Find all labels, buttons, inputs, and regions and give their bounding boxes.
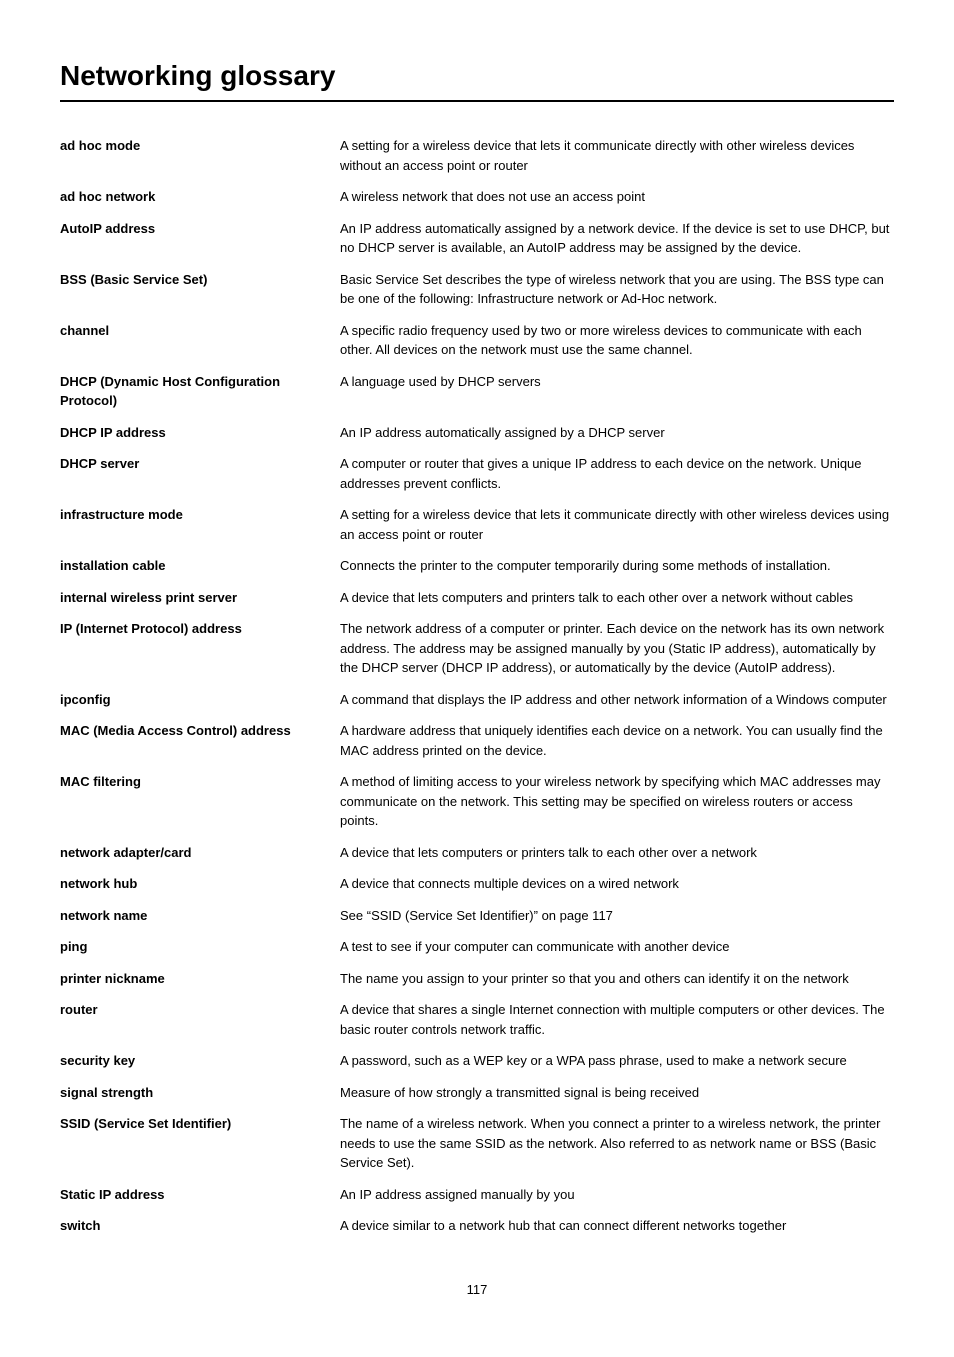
glossary-row: network nameSee “SSID (Service Set Ident…: [60, 900, 894, 932]
glossary-definition: An IP address automatically assigned by …: [340, 213, 894, 264]
page-title: Networking glossary: [60, 60, 894, 92]
glossary-definition: Basic Service Set describes the type of …: [340, 264, 894, 315]
glossary-row: security keyA password, such as a WEP ke…: [60, 1045, 894, 1077]
glossary-term: network name: [60, 900, 340, 932]
glossary-term: Static IP address: [60, 1179, 340, 1211]
glossary-term: router: [60, 994, 340, 1045]
glossary-term: internal wireless print server: [60, 582, 340, 614]
glossary-definition: A test to see if your computer can commu…: [340, 931, 894, 963]
glossary-definition: A device that shares a single Internet c…: [340, 994, 894, 1045]
glossary-definition: A hardware address that uniquely identif…: [340, 715, 894, 766]
glossary-definition: The name of a wireless network. When you…: [340, 1108, 894, 1179]
glossary-row: pingA test to see if your computer can c…: [60, 931, 894, 963]
glossary-row: DHCP IP addressAn IP address automatical…: [60, 417, 894, 449]
glossary-row: SSID (Service Set Identifier)The name of…: [60, 1108, 894, 1179]
glossary-term: DHCP server: [60, 448, 340, 499]
glossary-definition: A command that displays the IP address a…: [340, 684, 894, 716]
glossary-definition: A device that lets computers and printer…: [340, 582, 894, 614]
glossary-definition: A language used by DHCP servers: [340, 366, 894, 417]
glossary-definition: A setting for a wireless device that let…: [340, 499, 894, 550]
glossary-term: ping: [60, 931, 340, 963]
glossary-term: network hub: [60, 868, 340, 900]
glossary-row: ad hoc networkA wireless network that do…: [60, 181, 894, 213]
glossary-row: signal strengthMeasure of how strongly a…: [60, 1077, 894, 1109]
glossary-definition: A device that lets computers or printers…: [340, 837, 894, 869]
glossary-definition: A password, such as a WEP key or a WPA p…: [340, 1045, 894, 1077]
glossary-row: routerA device that shares a single Inte…: [60, 994, 894, 1045]
glossary-row: DHCP (Dynamic Host Configuration Protoco…: [60, 366, 894, 417]
glossary-row: installation cableConnects the printer t…: [60, 550, 894, 582]
glossary-term: signal strength: [60, 1077, 340, 1109]
glossary-term: DHCP IP address: [60, 417, 340, 449]
glossary-term: installation cable: [60, 550, 340, 582]
glossary-term: AutoIP address: [60, 213, 340, 264]
page-number: 117: [60, 1282, 894, 1297]
glossary-definition: See “SSID (Service Set Identifier)” on p…: [340, 900, 894, 932]
glossary-term: ad hoc network: [60, 181, 340, 213]
glossary-definition: A device that connects multiple devices …: [340, 868, 894, 900]
glossary-definition: An IP address assigned manually by you: [340, 1179, 894, 1211]
glossary-row: network adapter/cardA device that lets c…: [60, 837, 894, 869]
glossary-term: network adapter/card: [60, 837, 340, 869]
glossary-term: MAC filtering: [60, 766, 340, 837]
glossary-definition: A setting for a wireless device that let…: [340, 130, 894, 181]
glossary-term: ad hoc mode: [60, 130, 340, 181]
glossary-term: SSID (Service Set Identifier): [60, 1108, 340, 1179]
glossary-definition: Connects the printer to the computer tem…: [340, 550, 894, 582]
glossary-definition: The network address of a computer or pri…: [340, 613, 894, 684]
glossary-row: printer nicknameThe name you assign to y…: [60, 963, 894, 995]
glossary-row: MAC (Media Access Control) addressA hard…: [60, 715, 894, 766]
glossary-definition: A device similar to a network hub that c…: [340, 1210, 894, 1242]
glossary-row: ipconfigA command that displays the IP a…: [60, 684, 894, 716]
glossary-term: security key: [60, 1045, 340, 1077]
glossary-row: switchA device similar to a network hub …: [60, 1210, 894, 1242]
glossary-term: MAC (Media Access Control) address: [60, 715, 340, 766]
glossary-term: BSS (Basic Service Set): [60, 264, 340, 315]
glossary-row: MAC filteringA method of limiting access…: [60, 766, 894, 837]
glossary-row: ad hoc modeA setting for a wireless devi…: [60, 130, 894, 181]
glossary-row: channelA specific radio frequency used b…: [60, 315, 894, 366]
glossary-row: infrastructure modeA setting for a wirel…: [60, 499, 894, 550]
glossary-definition: A specific radio frequency used by two o…: [340, 315, 894, 366]
glossary-row: AutoIP addressAn IP address automaticall…: [60, 213, 894, 264]
glossary-term: switch: [60, 1210, 340, 1242]
glossary-definition: A method of limiting access to your wire…: [340, 766, 894, 837]
glossary-term: IP (Internet Protocol) address: [60, 613, 340, 684]
glossary-row: internal wireless print serverA device t…: [60, 582, 894, 614]
glossary-table: ad hoc modeA setting for a wireless devi…: [60, 130, 894, 1242]
glossary-definition: The name you assign to your printer so t…: [340, 963, 894, 995]
glossary-term: DHCP (Dynamic Host Configuration Protoco…: [60, 366, 340, 417]
glossary-row: network hubA device that connects multip…: [60, 868, 894, 900]
glossary-definition: A wireless network that does not use an …: [340, 181, 894, 213]
glossary-definition: A computer or router that gives a unique…: [340, 448, 894, 499]
glossary-term: printer nickname: [60, 963, 340, 995]
title-divider: [60, 100, 894, 102]
glossary-row: IP (Internet Protocol) addressThe networ…: [60, 613, 894, 684]
glossary-term: ipconfig: [60, 684, 340, 716]
glossary-row: DHCP serverA computer or router that giv…: [60, 448, 894, 499]
glossary-definition: An IP address automatically assigned by …: [340, 417, 894, 449]
glossary-definition: Measure of how strongly a transmitted si…: [340, 1077, 894, 1109]
glossary-row: Static IP addressAn IP address assigned …: [60, 1179, 894, 1211]
glossary-term: channel: [60, 315, 340, 366]
glossary-row: BSS (Basic Service Set)Basic Service Set…: [60, 264, 894, 315]
glossary-term: infrastructure mode: [60, 499, 340, 550]
